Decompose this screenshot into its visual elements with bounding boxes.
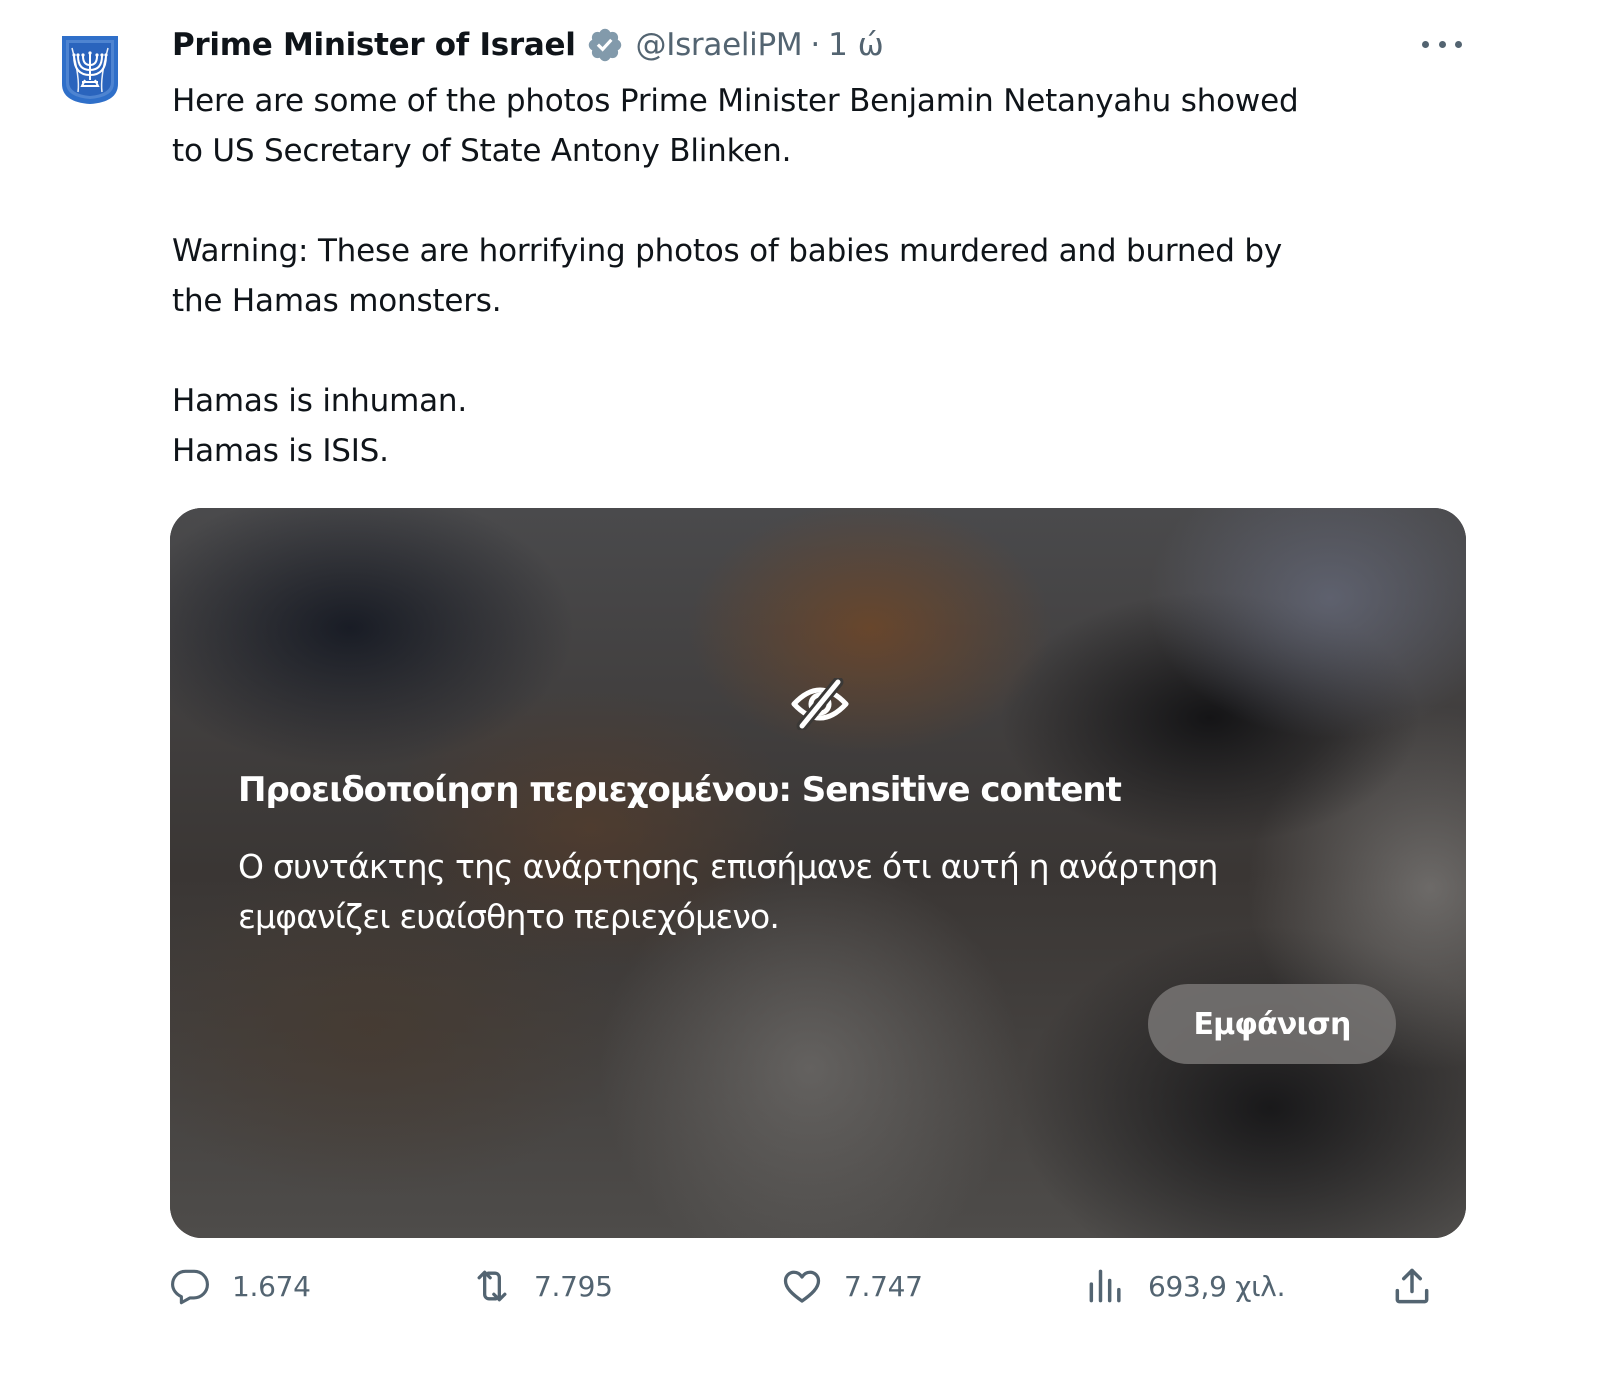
reply-icon <box>171 1269 209 1305</box>
sensitive-media-card[interactable]: Προειδοποίηση περιεχομένου: Sensitive co… <box>170 508 1466 1238</box>
show-media-button[interactable]: Εμφάνιση <box>1148 984 1396 1064</box>
israel-emblem-icon <box>62 36 118 104</box>
verified-badge-icon[interactable] <box>586 26 624 64</box>
share-icon <box>1395 1268 1429 1304</box>
separator-dot: · <box>810 27 821 63</box>
tweet-text-line: to US Secretary of State Antony Blinken. <box>172 133 792 169</box>
views-button[interactable]: 693,9 χιλ. <box>1084 1256 1285 1316</box>
media-warning-overlay: Προειδοποίηση περιεχομένου: Sensitive co… <box>170 508 1466 1238</box>
tweet-timestamp[interactable]: 1 ώ <box>828 27 884 63</box>
reply-button[interactable]: 1.674 <box>168 1256 311 1316</box>
content-warning-description: Ο συντάκτης της ανάρτησης επισήμανε ότι … <box>238 847 1218 936</box>
views-chart-icon <box>1089 1269 1121 1303</box>
author-handle[interactable]: @IsraeliPM <box>636 27 803 63</box>
tweet-text: Here are some of the photos Prime Minist… <box>172 76 1472 476</box>
repost-icon <box>477 1270 507 1302</box>
like-button[interactable]: 7.747 <box>780 1256 923 1316</box>
heart-icon <box>783 1270 821 1303</box>
like-count: 7.747 <box>844 1269 923 1303</box>
more-options-icon[interactable] <box>1422 32 1462 56</box>
reply-count: 1.674 <box>232 1269 311 1303</box>
eye-off-icon <box>790 676 850 732</box>
tweet-text-line: Hamas is ISIS. <box>172 433 389 469</box>
tweet-text-line: Hamas is inhuman. <box>172 383 467 419</box>
author-display-name[interactable]: Prime Minister of Israel <box>172 27 576 63</box>
tweet-text-line: Warning: These are horrifying photos of … <box>172 233 1282 269</box>
tweet: Prime Minister of Israel @IsraeliPM · 1 … <box>0 0 1600 1384</box>
tweet-header: Prime Minister of Israel @IsraeliPM · 1 … <box>172 22 884 68</box>
content-warning-title: Προειδοποίηση περιεχομένου: Sensitive co… <box>238 770 1122 810</box>
tweet-text-line: Here are some of the photos Prime Minist… <box>172 83 1299 119</box>
tweet-action-bar: 1.674 7.795 7.747 693,9 χιλ. <box>168 1256 1468 1316</box>
tweet-text-line: the Hamas monsters. <box>172 283 502 319</box>
repost-count: 7.795 <box>534 1269 613 1303</box>
share-button[interactable] <box>1390 1256 1434 1316</box>
avatar[interactable] <box>60 34 120 106</box>
repost-button[interactable]: 7.795 <box>470 1256 613 1316</box>
views-count: 693,9 χιλ. <box>1148 1269 1286 1303</box>
